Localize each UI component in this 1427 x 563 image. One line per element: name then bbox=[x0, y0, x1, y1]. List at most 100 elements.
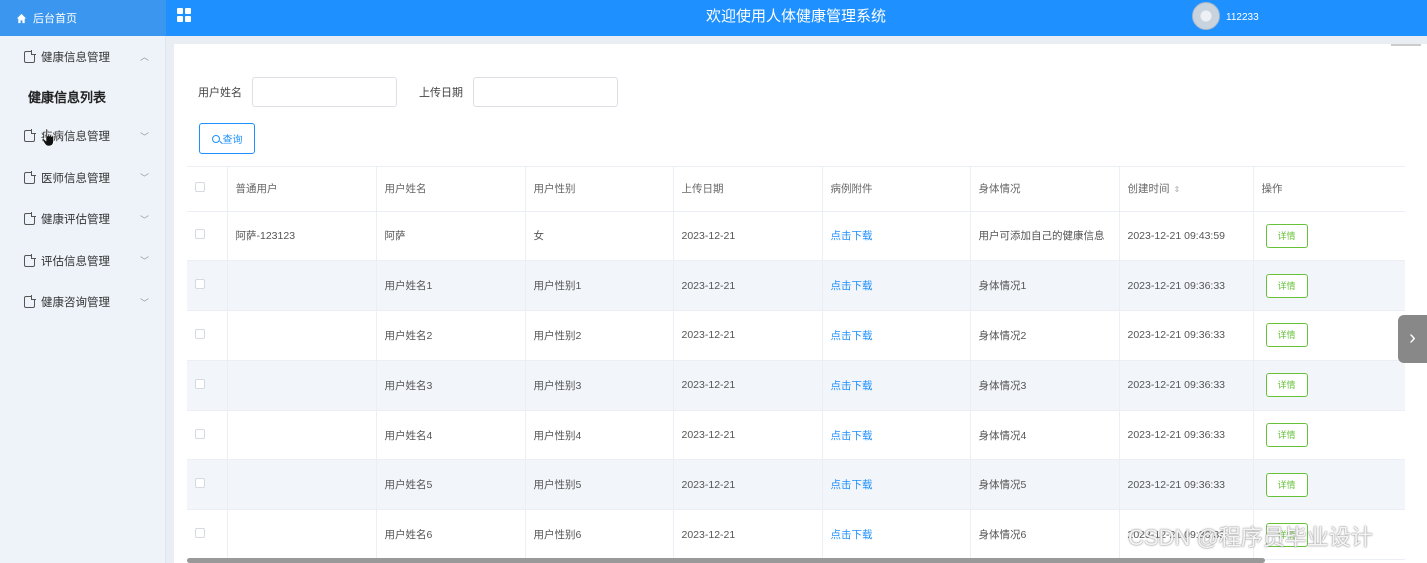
sidebar-item-health-info[interactable]: 健康信息管理 ︿ bbox=[0, 36, 165, 78]
table-cell-attachment: 点击下载 bbox=[822, 360, 971, 411]
row-checkbox[interactable] bbox=[195, 328, 205, 339]
sidebar-item-label: 医师信息管理 bbox=[41, 172, 110, 185]
download-link[interactable]: 点击下载 bbox=[831, 479, 873, 491]
sidebar-subitem-health-list[interactable]: 健康信息列表 bbox=[0, 78, 165, 116]
table-row: 用户姓名4 用户性别4 2023-12-21 点击下载 身体情况4 2023-12-21 … bbox=[187, 410, 1405, 461]
chevron-right-icon[interactable]: › bbox=[1398, 315, 1427, 363]
chevron-down-icon: ﹀ bbox=[139, 256, 149, 266]
detail-button[interactable]: 详情 bbox=[1265, 223, 1308, 248]
table-cell-attachment: 点击下载 bbox=[822, 211, 971, 262]
download-link[interactable]: 点击下载 bbox=[831, 380, 873, 392]
select-all-checkbox[interactable] bbox=[195, 182, 205, 193]
document-icon bbox=[24, 129, 36, 143]
column-header: 上传日期 bbox=[673, 167, 823, 212]
table-cell-name: 阿萨 bbox=[376, 211, 526, 262]
username-search-input[interactable] bbox=[252, 77, 397, 107]
table-cell-attachment: 点击下载 bbox=[822, 260, 971, 312]
table-cell-name: 用户姓名3 bbox=[376, 360, 526, 411]
row-select-cell[interactable] bbox=[187, 360, 228, 411]
row-checkbox[interactable] bbox=[195, 229, 205, 240]
row-select-cell[interactable] bbox=[187, 211, 228, 262]
row-checkbox[interactable] bbox=[195, 528, 205, 539]
data-table: 普通用户 用户姓名 用户性别 上传日期 病例附件 身体情况 创建时间 ⇕ 操作 阿… bbox=[187, 166, 1405, 563]
table-cell-user bbox=[227, 260, 377, 312]
table-cell-created: 2023-12-21 09:36:33 bbox=[1119, 260, 1254, 312]
sidebar-item-doctor-info[interactable]: 医师信息管理 ﹀ bbox=[0, 157, 165, 199]
row-select-cell[interactable] bbox=[187, 509, 228, 561]
sort-icon[interactable]: ⇕ bbox=[1174, 185, 1181, 194]
hand-cursor-icon bbox=[41, 128, 54, 147]
download-link[interactable]: 点击下载 bbox=[831, 230, 873, 242]
query-button[interactable]: 查询 bbox=[199, 123, 255, 154]
horizontal-scrollbar[interactable] bbox=[187, 558, 1265, 563]
row-checkbox[interactable] bbox=[195, 378, 205, 389]
document-icon bbox=[24, 170, 36, 184]
table-cell-date: 2023-12-21 bbox=[673, 310, 823, 361]
table-cell-gender: 女 bbox=[525, 211, 674, 262]
row-select-cell[interactable] bbox=[187, 260, 228, 312]
download-link[interactable]: 点击下载 bbox=[831, 430, 873, 442]
document-icon bbox=[24, 253, 36, 267]
table-cell-attachment: 点击下载 bbox=[822, 509, 971, 561]
table-row: 用户姓名1 用户性别1 2023-12-21 点击下载 身体情况1 2023-12-21 … bbox=[187, 260, 1405, 312]
table-cell-gender: 用户性别1 bbox=[525, 260, 674, 312]
table-cell-condition: 身体情况5 bbox=[970, 459, 1120, 511]
detail-button[interactable]: 详情 bbox=[1265, 373, 1308, 398]
download-link[interactable]: 点击下载 bbox=[831, 330, 873, 342]
sidebar-item-assessment-info[interactable]: 评估信息管理 ﹀ bbox=[0, 240, 165, 282]
table-cell-condition: 身体情况6 bbox=[970, 509, 1120, 561]
table-cell-created: 2023-12-21 09:36:33 bbox=[1119, 410, 1254, 461]
row-select-cell[interactable] bbox=[187, 459, 228, 511]
row-select-cell[interactable] bbox=[187, 410, 228, 461]
table-cell-user bbox=[227, 360, 377, 411]
row-checkbox[interactable] bbox=[195, 428, 205, 439]
download-link[interactable]: 点击下载 bbox=[831, 280, 873, 292]
table-cell-name: 用户姓名4 bbox=[376, 410, 526, 461]
sidebar-item-label: 健康咨询管理 bbox=[41, 297, 110, 310]
table-cell-created: 2023-12-21 09:36:33 bbox=[1119, 360, 1254, 411]
table-cell-condition: 身体情况1 bbox=[970, 260, 1120, 312]
table-cell-user bbox=[227, 509, 377, 561]
detail-button[interactable]: 详情 bbox=[1265, 273, 1308, 298]
table-cell-condition: 用户可添加自己的健康信息 bbox=[970, 211, 1120, 262]
watermark: CSDN @程序员毕业设计 bbox=[1128, 525, 1373, 550]
chevron-down-icon: ﹀ bbox=[139, 297, 149, 308]
sidebar-item-disease-info[interactable]: 疾病信息管理 ﹀ bbox=[0, 116, 165, 158]
header-select-all[interactable] bbox=[187, 167, 228, 212]
table-cell-date: 2023-12-21 bbox=[673, 410, 823, 461]
detail-button[interactable]: 详情 bbox=[1265, 472, 1308, 497]
top-header: 后台首页 欢迎使用人体健康管理系统 112233 bbox=[0, 0, 1427, 36]
chevron-up-icon: ︿ bbox=[139, 52, 149, 62]
row-checkbox[interactable] bbox=[195, 478, 205, 489]
table-cell-date: 2023-12-21 bbox=[673, 360, 823, 411]
table-cell-created: 2023-12-21 09:43:59 bbox=[1119, 211, 1254, 262]
document-icon bbox=[24, 295, 36, 309]
table-cell-gender: 用户性别4 bbox=[525, 410, 674, 461]
panel-divider bbox=[1391, 44, 1421, 46]
row-select-cell[interactable] bbox=[187, 310, 228, 361]
download-link[interactable]: 点击下载 bbox=[831, 529, 873, 541]
row-checkbox[interactable] bbox=[195, 279, 205, 290]
column-header: 操作 bbox=[1253, 167, 1405, 212]
main-content: 用户姓名 上传日期 查询 普通用户 用户姓名 用户性别 上传日期 病例附件 身体… bbox=[166, 36, 1427, 563]
table-cell-gender: 用户性别2 bbox=[525, 310, 674, 361]
table-row: 用户姓名5 用户性别5 2023-12-21 点击下载 身体情况5 2023-12-21 … bbox=[187, 459, 1405, 511]
table-row: 阿萨-123123 阿萨女 2023-12-21 点击下载 用户可添加自己的健康信息 20… bbox=[187, 211, 1405, 262]
sidebar-item-health-consult[interactable]: 健康咨询管理 ﹀ bbox=[0, 282, 165, 324]
table-cell-name: 用户姓名2 bbox=[376, 310, 526, 361]
date-search-input[interactable] bbox=[473, 77, 618, 107]
chevron-down-icon: ﹀ bbox=[139, 214, 149, 225]
username[interactable]: 112233 bbox=[1226, 12, 1259, 23]
table-cell-created: 2023-12-21 09:36:33 bbox=[1119, 310, 1254, 361]
table-cell-attachment: 点击下载 bbox=[822, 310, 971, 361]
table-cell-gender: 用户性别5 bbox=[525, 459, 674, 511]
avatar[interactable] bbox=[1192, 2, 1220, 30]
column-header-created-time[interactable]: 创建时间 ⇕ bbox=[1119, 167, 1254, 212]
sidebar: 健康信息管理 ︿ 健康信息列表 疾病信息管理 ﹀ 医师信息管理 ﹀ 健康评估管理… bbox=[0, 36, 166, 563]
detail-button[interactable]: 详情 bbox=[1265, 423, 1308, 448]
table-cell-name: 用户姓名5 bbox=[376, 459, 526, 511]
sidebar-item-health-assessment[interactable]: 健康评估管理 ﹀ bbox=[0, 199, 165, 241]
detail-button[interactable]: 详情 bbox=[1265, 323, 1308, 348]
table-cell-action: 详情 bbox=[1253, 260, 1405, 312]
table-cell-date: 2023-12-21 bbox=[673, 211, 823, 262]
